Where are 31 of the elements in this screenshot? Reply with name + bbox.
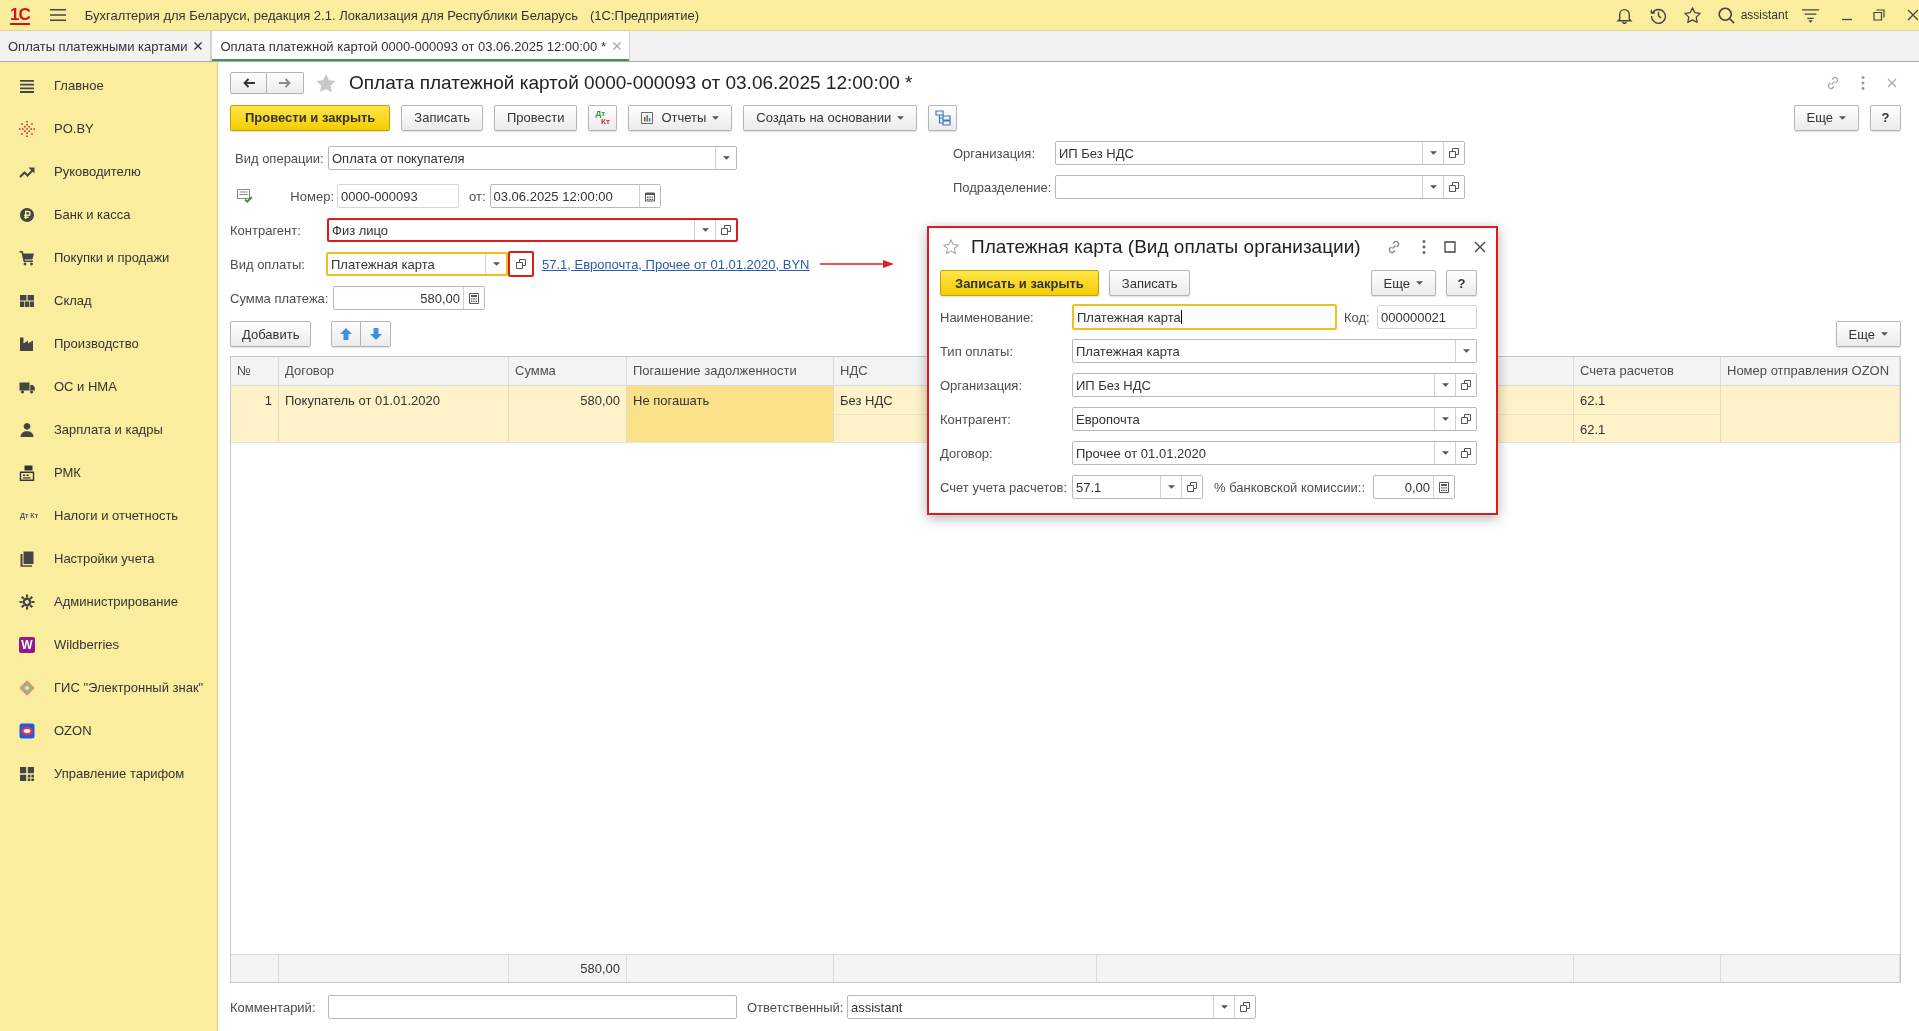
field-label: Контрагент: [940,411,1012,427]
field-label: Счет учета расчетов: [940,479,1069,495]
field-label: Организация: [940,377,1024,393]
letter-tile: W [19,636,35,653]
cell-text: Без НДС [840,393,893,408]
field-label: Тип оплаты: [940,343,1014,359]
field-label: от: [469,188,486,204]
table-total: 580,00 [509,955,627,982]
field-label: Вид оплаты: [230,256,306,272]
field-label: Комментарий: [230,999,317,1015]
table-cell: Покупатель от 01.01.2020 [279,386,509,442]
document-title: Оплата платежной картой 0000-000093 от 03.06.2025 12:00:00 * [349,72,913,94]
app-title: Бухгалтерия для Беларуси, редакция 2.1. Локализация для Республики Беларусь [84,7,578,23]
field-label: Организация: [953,145,1037,161]
field-label: Вид операции: [235,150,325,166]
field-label: Номер: [289,188,335,204]
field-label: Контрагент: [230,222,302,238]
table-cell: 1 [231,386,279,442]
app-logo: 1С [10,5,30,25]
platform-name: (1С:Предприятие) [590,7,699,23]
field-label: Наименование: [940,309,1035,325]
cell-text: 62.1 [1580,422,1606,437]
dialog-title: Платежная карта (Вид оплаты организации) [971,236,1361,258]
table-cell: Не погашать [627,386,834,442]
field-label: Код: [1344,309,1370,325]
cell-text: 62.1 [1580,393,1606,408]
field-label: % банковской комиссии:: [1214,479,1365,495]
field-label: Договор: [940,445,994,461]
field-label: Подразделение: [953,179,1053,195]
field-label: Ответственный: [747,999,845,1015]
field-label: Сумма платежа: [230,290,330,306]
